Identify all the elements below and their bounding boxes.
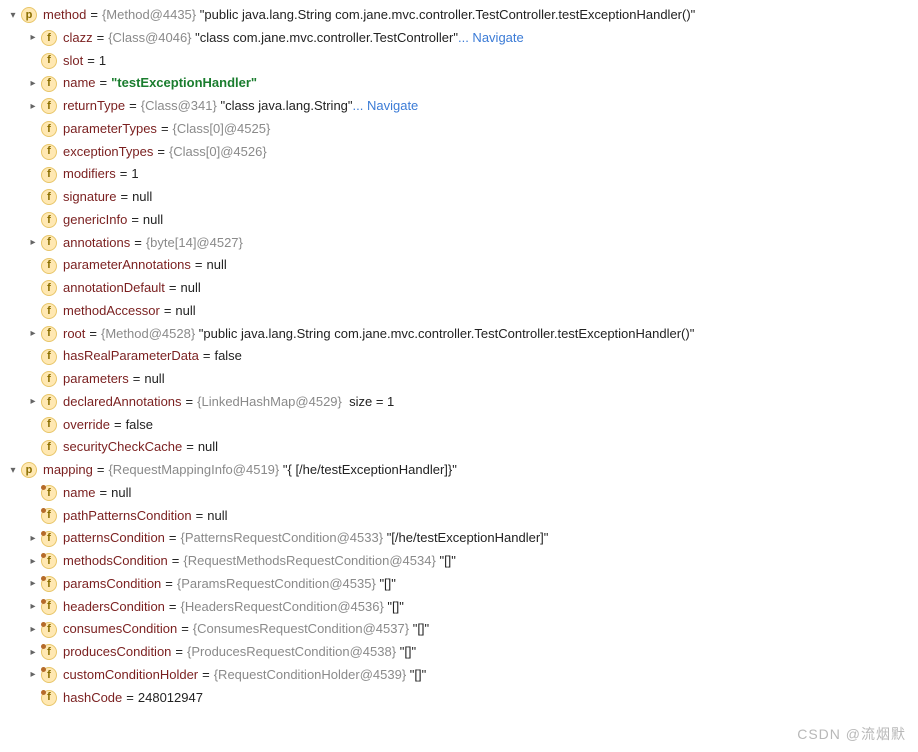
tree-row-exceptiontypes[interactable]: f exceptionTypes = {Class[0]@4526} — [0, 141, 918, 164]
tree-row-hashcode[interactable]: f hashCode = 248012947 — [0, 687, 918, 710]
tree-row-annotationdefault[interactable]: f annotationDefault = null — [0, 277, 918, 300]
chevron-right-icon[interactable]: ▸ — [25, 666, 41, 684]
field-name: method — [43, 4, 86, 27]
tree-row-modifiers[interactable]: f modifiers = 1 — [0, 163, 918, 186]
navigate-link[interactable]: ... Navigate — [458, 27, 524, 50]
tree-row-annotations[interactable]: ▸ f annotations = {byte[14]@4527} — [0, 232, 918, 255]
tree-row-parameterannotations[interactable]: f parameterAnnotations = null — [0, 254, 918, 277]
chevron-right-icon[interactable]: ▸ — [25, 234, 41, 252]
chevron-right-icon[interactable]: ▸ — [25, 393, 41, 411]
chevron-right-icon[interactable]: ▸ — [25, 29, 41, 47]
tree-row-methodaccessor[interactable]: f methodAccessor = null — [0, 300, 918, 323]
tree-row-root[interactable]: ▸ f root = {Method@4528} "public java.la… — [0, 323, 918, 346]
chevron-right-icon[interactable]: ▸ — [25, 75, 41, 93]
tree-row-producescondition[interactable]: ▸ f producesCondition = {ProducesRequest… — [0, 641, 918, 664]
chevron-right-icon[interactable]: ▸ — [25, 530, 41, 548]
tree-row-hasrealparameterdata[interactable]: f hasRealParameterData = false — [0, 345, 918, 368]
tree-row-override[interactable]: f override = false — [0, 414, 918, 437]
field-icon: f — [41, 30, 57, 46]
field-icon: f — [41, 667, 57, 683]
field-icon: f — [41, 553, 57, 569]
field-icon: f — [41, 144, 57, 160]
property-icon: p — [21, 7, 37, 23]
tree-row-genericinfo[interactable]: f genericInfo = null — [0, 209, 918, 232]
ref: {Method@4435} — [102, 4, 196, 27]
tree-row-clazz[interactable]: ▸ f clazz = {Class@4046} "class com.jane… — [0, 27, 918, 50]
chevron-right-icon[interactable]: ▸ — [25, 621, 41, 639]
field-icon: f — [41, 303, 57, 319]
field-icon: f — [41, 53, 57, 69]
chevron-right-icon[interactable]: ▸ — [25, 598, 41, 616]
field-icon: f — [41, 531, 57, 547]
field-icon: f — [41, 394, 57, 410]
tree-row-name[interactable]: ▸ f name = "testExceptionHandler" — [0, 72, 918, 95]
field-icon: f — [41, 167, 57, 183]
field-icon: f — [41, 121, 57, 137]
tree-row-mapping[interactable]: ▾ p mapping = {RequestMappingInfo@4519} … — [0, 459, 918, 482]
tree-row-customconditionholder[interactable]: ▸ f customConditionHolder = {RequestCond… — [0, 664, 918, 687]
field-icon: f — [41, 98, 57, 114]
tree-row-mapping-name[interactable]: f name = null — [0, 482, 918, 505]
tree-row-patternscondition[interactable]: ▸ f patternsCondition = {PatternsRequest… — [0, 527, 918, 550]
field-icon: f — [41, 485, 57, 501]
watermark: CSDN @流烟默 — [797, 722, 906, 747]
field-icon: f — [41, 326, 57, 342]
tree-row-pathpatternscondition[interactable]: f pathPatternsCondition = null — [0, 505, 918, 528]
chevron-down-icon[interactable]: ▾ — [5, 7, 21, 25]
field-icon: f — [41, 440, 57, 456]
field-icon: f — [41, 371, 57, 387]
property-icon: p — [21, 462, 37, 478]
tree-row-headerscondition[interactable]: ▸ f headersCondition = {HeadersRequestCo… — [0, 596, 918, 619]
tree-row-parametertypes[interactable]: f parameterTypes = {Class[0]@4525} — [0, 118, 918, 141]
field-icon: f — [41, 280, 57, 296]
chevron-down-icon[interactable]: ▾ — [5, 462, 21, 480]
field-icon: f — [41, 417, 57, 433]
tree-row-securitycheckcache[interactable]: f securityCheckCache = null — [0, 436, 918, 459]
navigate-link[interactable]: ... Navigate — [353, 95, 419, 118]
field-icon: f — [41, 189, 57, 205]
chevron-right-icon[interactable]: ▸ — [25, 553, 41, 571]
field-icon: f — [41, 212, 57, 228]
tree-row-paramscondition[interactable]: ▸ f paramsCondition = {ParamsRequestCond… — [0, 573, 918, 596]
field-icon: f — [41, 622, 57, 638]
tree-row-consumescondition[interactable]: ▸ f consumesCondition = {ConsumesRequest… — [0, 618, 918, 641]
field-icon: f — [41, 690, 57, 706]
tree-row-method[interactable]: ▾ p method = {Method@4435} "public java.… — [0, 4, 918, 27]
field-icon: f — [41, 258, 57, 274]
field-icon: f — [41, 644, 57, 660]
field-icon: f — [41, 599, 57, 615]
tree-row-parameters[interactable]: f parameters = null — [0, 368, 918, 391]
tree-row-returntype[interactable]: ▸ f returnType = {Class@341} "class java… — [0, 95, 918, 118]
chevron-right-icon[interactable]: ▸ — [25, 575, 41, 593]
tree-row-methodscondition[interactable]: ▸ f methodsCondition = {RequestMethodsRe… — [0, 550, 918, 573]
field-icon: f — [41, 576, 57, 592]
chevron-right-icon[interactable]: ▸ — [25, 644, 41, 662]
tree-row-declaredannotations[interactable]: ▸ f declaredAnnotations = {LinkedHashMap… — [0, 391, 918, 414]
chevron-right-icon[interactable]: ▸ — [25, 325, 41, 343]
field-icon: f — [41, 508, 57, 524]
tree-row-slot[interactable]: f slot = 1 — [0, 50, 918, 73]
field-icon: f — [41, 76, 57, 92]
chevron-right-icon[interactable]: ▸ — [25, 98, 41, 116]
equals: = — [90, 4, 98, 27]
field-icon: f — [41, 235, 57, 251]
tree-row-signature[interactable]: f signature = null — [0, 186, 918, 209]
value: "public java.lang.String com.jane.mvc.co… — [200, 4, 696, 27]
field-icon: f — [41, 349, 57, 365]
